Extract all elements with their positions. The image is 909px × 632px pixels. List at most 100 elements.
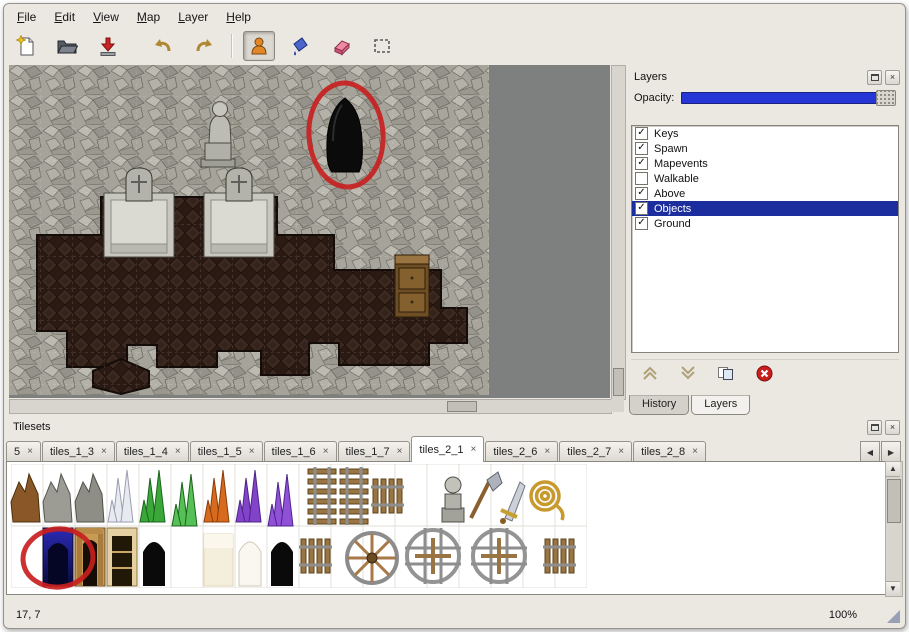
menu-map[interactable]: Map: [128, 7, 169, 27]
layer-row[interactable]: ✓ Mapevents: [632, 156, 898, 171]
toolbar: [10, 29, 407, 63]
layer-visibility-checkbox[interactable]: ✓: [635, 157, 648, 170]
map-vertical-scrollbar-thumb[interactable]: [613, 368, 624, 396]
delete-layer-button[interactable]: [753, 363, 775, 383]
layer-name: Objects: [654, 203, 691, 215]
opacity-slider[interactable]: [681, 92, 896, 104]
layer-row[interactable]: Walkable: [632, 171, 898, 186]
tab-close-icon[interactable]: ×: [101, 447, 107, 457]
layer-row[interactable]: ✓ Keys: [632, 126, 898, 141]
menu-layer[interactable]: Layer: [169, 7, 217, 27]
tile-pale[interactable]: [204, 534, 233, 586]
tab-close-icon[interactable]: ×: [27, 447, 33, 457]
tileset-tab[interactable]: tiles_1_7 ×: [338, 441, 411, 462]
menu-help[interactable]: Help: [217, 7, 260, 27]
save-button[interactable]: [92, 31, 124, 61]
tileset-scrollbar-thumb[interactable]: [887, 479, 901, 523]
menu-file[interactable]: File: [8, 7, 45, 27]
layers-panel: Layers × Opacity: ✓ Keys ✓ Spawn ✓ Ma: [627, 69, 903, 415]
tileset-tab[interactable]: tiles_1_6 ×: [264, 441, 337, 462]
tileset-tab[interactable]: tiles_2_8 ×: [633, 441, 706, 462]
tileset-tab-active[interactable]: tiles_2_1 ×: [411, 436, 484, 462]
opacity-slider-handle[interactable]: [876, 90, 896, 106]
layer-list[interactable]: ✓ Keys ✓ Spawn ✓ Mapevents Walkable ✓ Ab…: [631, 125, 899, 353]
tile-statue-bust[interactable]: [442, 477, 464, 522]
tile-wheel[interactable]: [347, 533, 397, 583]
move-layer-up-icon: [641, 366, 659, 380]
menu-edit[interactable]: Edit: [45, 7, 84, 27]
tab-history[interactable]: History: [629, 395, 689, 415]
map-horizontal-scrollbar[interactable]: [9, 399, 612, 414]
layer-row[interactable]: ✓ Ground: [632, 216, 898, 231]
tileset-tab-label: tiles_2_6: [493, 446, 537, 458]
tab-close-icon[interactable]: ×: [618, 447, 624, 457]
menu-view[interactable]: View: [84, 7, 128, 27]
tile-black-arch[interactable]: [271, 542, 293, 586]
map-horizontal-scrollbar-thumb[interactable]: [447, 401, 477, 412]
map-vertical-scrollbar[interactable]: [611, 65, 626, 400]
tab-close-icon[interactable]: ×: [323, 447, 329, 457]
scroll-down-icon[interactable]: ▼: [886, 581, 900, 596]
undo-button[interactable]: [147, 31, 179, 61]
tileset-tab[interactable]: tiles_1_5 ×: [190, 441, 263, 462]
open-file-button[interactable]: [51, 31, 83, 61]
tab-close-icon[interactable]: ×: [692, 447, 698, 457]
map-canvas[interactable]: [9, 65, 489, 395]
layer-visibility-checkbox[interactable]: ✓: [635, 187, 648, 200]
eraser-tool-button[interactable]: [325, 31, 357, 61]
tab-close-icon[interactable]: ×: [175, 447, 181, 457]
map-viewport[interactable]: [9, 65, 610, 398]
map-scrollbar-corner: [611, 399, 624, 412]
tileset-tab[interactable]: tiles_2_7 ×: [559, 441, 632, 462]
layer-visibility-checkbox[interactable]: ✓: [635, 142, 648, 155]
save-icon: [97, 35, 119, 57]
stamp-tool-button[interactable]: [243, 31, 275, 61]
tileset-tab[interactable]: tiles_2_6 ×: [485, 441, 558, 462]
stamp-tool-icon: [248, 35, 270, 57]
layer-name: Mapevents: [654, 158, 708, 170]
rect-select-tool-button[interactable]: [366, 31, 398, 61]
tileset-view[interactable]: [6, 461, 887, 595]
layer-name: Walkable: [654, 173, 699, 185]
move-layer-down-button[interactable]: [677, 363, 699, 383]
tileset-tab[interactable]: tiles_1_4 ×: [116, 441, 189, 462]
tab-close-icon[interactable]: ×: [544, 447, 550, 457]
tileset-tab-label: tiles_2_7: [567, 446, 611, 458]
tileset-scrollbar[interactable]: ▲ ▼: [885, 461, 903, 597]
layer-row[interactable]: ✓ Spawn: [632, 141, 898, 156]
layers-panel-header: Layers ×: [627, 69, 903, 85]
tile-pale-arch[interactable]: [239, 542, 261, 586]
layer-row[interactable]: ✓ Above: [632, 186, 898, 201]
tab-close-icon[interactable]: ×: [470, 445, 476, 455]
fill-tool-button[interactable]: [284, 31, 316, 61]
float-panel-button[interactable]: [867, 70, 882, 85]
float-panel-button[interactable]: [867, 420, 882, 435]
tileset-tab[interactable]: tiles_1_3 ×: [42, 441, 115, 462]
close-icon: ×: [890, 72, 895, 83]
scroll-up-icon[interactable]: ▲: [886, 462, 900, 477]
duplicate-layer-button[interactable]: [715, 363, 737, 383]
tileset-canvas[interactable]: [7, 462, 873, 590]
tab-close-icon[interactable]: ×: [249, 447, 255, 457]
tab-layers[interactable]: Layers: [691, 395, 750, 415]
layer-name: Spawn: [654, 143, 688, 155]
layer-visibility-checkbox[interactable]: ✓: [635, 127, 648, 140]
close-panel-button[interactable]: ×: [885, 420, 900, 435]
resize-grip[interactable]: [887, 610, 900, 623]
layer-row-selected[interactable]: ✓ Objects: [632, 201, 898, 216]
tilesets-panel-title: Tilesets: [13, 421, 51, 433]
close-panel-button[interactable]: ×: [885, 70, 900, 85]
layer-visibility-checkbox[interactable]: ✓: [635, 202, 648, 215]
tab-close-icon[interactable]: ×: [397, 447, 403, 457]
selected-tile-dark-blue[interactable]: [43, 528, 73, 586]
opacity-row: Opacity:: [627, 89, 903, 107]
tile-black-arch[interactable]: [143, 542, 165, 586]
redo-button[interactable]: [188, 31, 220, 61]
move-layer-up-button[interactable]: [639, 363, 661, 383]
layer-visibility-checkbox[interactable]: [635, 172, 648, 185]
tile-cupboard[interactable]: [107, 528, 137, 586]
layer-visibility-checkbox[interactable]: ✓: [635, 217, 648, 230]
status-bar: 17, 7 100%: [4, 604, 905, 626]
new-file-button[interactable]: [10, 31, 42, 61]
tileset-tab[interactable]: 5 ×: [6, 441, 41, 462]
